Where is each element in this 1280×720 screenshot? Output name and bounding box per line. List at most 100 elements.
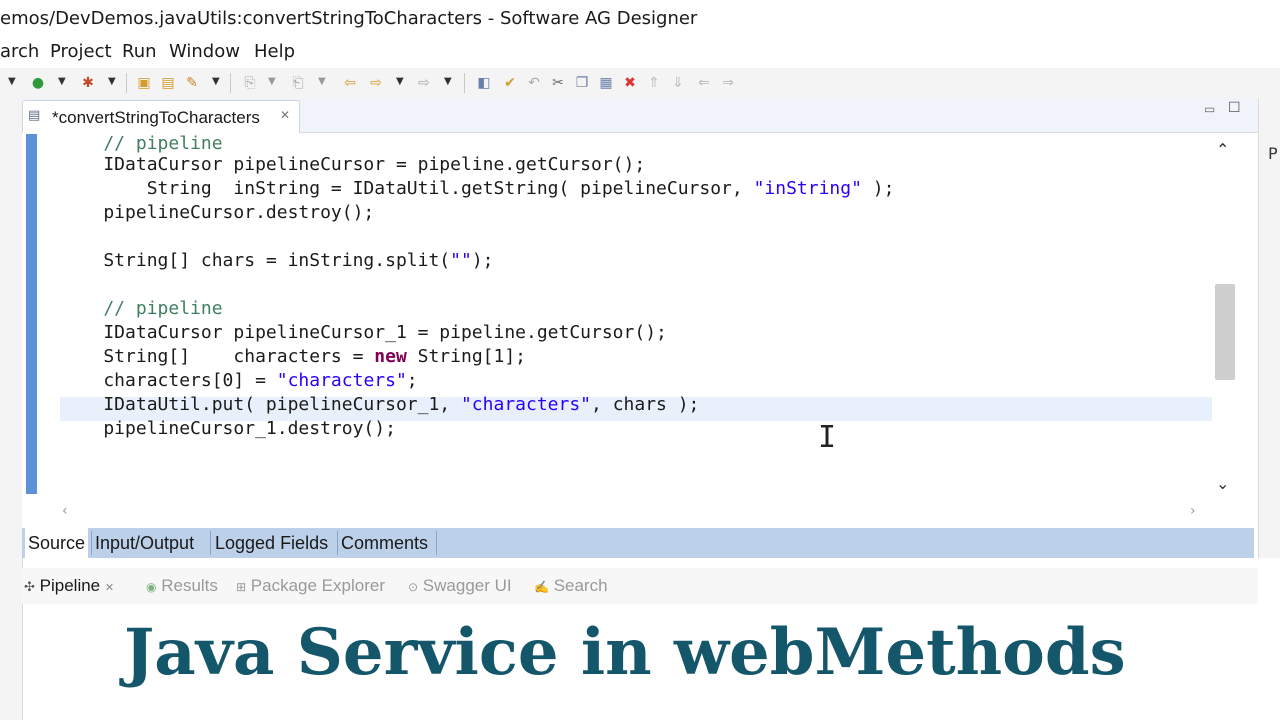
- code-token: String[] chars = inString.split(: [60, 250, 451, 271]
- scroll-up-icon[interactable]: ⌃: [1216, 140, 1229, 159]
- tab-search[interactable]: ✍ Search: [534, 576, 608, 596]
- back-icon[interactable]: ⇦: [340, 73, 360, 93]
- close-icon[interactable]: ✕: [280, 108, 290, 122]
- menu-window[interactable]: Window: [169, 41, 240, 62]
- code-line[interactable]: IDataCursor pipelineCursor = pipeline.ge…: [60, 153, 645, 177]
- scroll-left-icon[interactable]: ‹: [62, 503, 68, 519]
- check-icon[interactable]: ✔: [500, 73, 520, 93]
- copy-icon[interactable]: ❐: [572, 73, 592, 93]
- editor-tab-label: *convertStringToCharacters: [52, 108, 260, 127]
- menu-search[interactable]: arch: [0, 41, 39, 62]
- dropdown-arrow-icon[interactable]: ▼: [212, 76, 220, 87]
- code-token: characters[0] =: [60, 370, 277, 391]
- paste-icon[interactable]: ▦: [596, 73, 616, 93]
- search-icon: ✍: [534, 580, 549, 594]
- code-line[interactable]: characters[0] = "characters";: [60, 369, 418, 393]
- tab-pipeline[interactable]: ✣ Pipeline ✕: [24, 576, 114, 596]
- code-token: new: [374, 346, 407, 367]
- undo-icon[interactable]: ↶: [524, 73, 544, 93]
- code-token: String[1];: [406, 346, 527, 367]
- maximize-icon[interactable]: ☐: [1228, 100, 1241, 116]
- next-icon[interactable]: ⇨: [414, 73, 434, 93]
- code-line[interactable]: String[] chars = inString.split("");: [60, 249, 494, 273]
- minimize-icon[interactable]: ▭: [1204, 102, 1215, 116]
- right-trim: [1258, 98, 1280, 558]
- pipeline-icon: ✣: [24, 579, 35, 594]
- scroll-right-icon[interactable]: ›: [1190, 503, 1196, 519]
- code-token: // pipeline: [60, 298, 223, 319]
- code-line[interactable]: // pipeline: [60, 297, 223, 321]
- code-token: IDataCursor pipelineCursor_1 = pipeline.…: [60, 322, 667, 343]
- code-editor[interactable]: // pipeline IDataCursor pipelineCursor =…: [60, 128, 1210, 493]
- code-token: );: [861, 178, 895, 199]
- move-down-icon[interactable]: ⇓: [668, 73, 688, 93]
- dropdown-arrow-icon[interactable]: ▼: [444, 76, 452, 87]
- swagger-icon: ⊙: [408, 580, 419, 594]
- file-java-icon: ▤: [28, 108, 41, 123]
- step-into-icon[interactable]: ⎗: [288, 73, 308, 93]
- close-icon[interactable]: ✕: [105, 582, 114, 594]
- code-token: "characters": [276, 370, 407, 391]
- package-icon: ⊞: [236, 580, 247, 594]
- step-icon[interactable]: ⎘: [240, 73, 260, 93]
- results-icon: ◉: [146, 580, 157, 594]
- tab-comments[interactable]: Comments: [338, 528, 431, 558]
- dropdown-arrow-icon[interactable]: ▼: [108, 76, 116, 87]
- menu-run[interactable]: Run: [122, 41, 157, 62]
- cut-icon[interactable]: ✂: [548, 73, 568, 93]
- folder-icon[interactable]: ▤: [158, 73, 178, 93]
- shift-right-icon[interactable]: ⇒: [718, 73, 738, 93]
- code-token: "": [450, 250, 472, 271]
- code-token: , chars );: [591, 394, 700, 415]
- dropdown-arrow-icon[interactable]: ▼: [396, 76, 404, 87]
- overlay-title: Java Service in webMethods: [124, 615, 1126, 690]
- change-gutter: [26, 134, 37, 494]
- tab-package-explorer[interactable]: ⊞ Package Explorer: [236, 576, 385, 596]
- dropdown-arrow-icon[interactable]: ▼: [8, 76, 16, 87]
- dropdown-arrow-icon[interactable]: ▼: [318, 76, 326, 87]
- code-token: pipelineCursor.destroy();: [60, 202, 375, 223]
- tab-source[interactable]: Source: [25, 528, 89, 558]
- code-line[interactable]: IDataCursor pipelineCursor_1 = pipeline.…: [60, 321, 667, 345]
- code-token: ;: [406, 370, 418, 391]
- tab-results[interactable]: ◉ Results: [146, 576, 218, 596]
- tab-input-output[interactable]: Input/Output: [92, 528, 197, 558]
- new-view-icon[interactable]: ◧: [474, 73, 494, 93]
- tab-logged-fields[interactable]: Logged Fields: [212, 528, 331, 558]
- vertical-scroll-thumb[interactable]: [1215, 284, 1235, 380]
- code-line[interactable]: pipelineCursor.destroy();: [60, 201, 374, 225]
- scroll-down-icon[interactable]: ⌄: [1216, 474, 1229, 493]
- code-token: "inString": [753, 178, 862, 199]
- dropdown-arrow-icon[interactable]: ▼: [58, 76, 66, 87]
- menu-project[interactable]: Project: [50, 41, 112, 62]
- code-token: IDataUtil.put( pipelineCursor_1,: [60, 394, 461, 415]
- delete-icon[interactable]: ✖: [620, 73, 640, 93]
- dropdown-arrow-icon[interactable]: ▼: [268, 76, 276, 87]
- code-line[interactable]: IDataUtil.put( pipelineCursor_1, "charac…: [60, 393, 699, 417]
- debug-icon[interactable]: ✱: [78, 73, 98, 93]
- open-icon[interactable]: ▣: [134, 73, 154, 93]
- horizontal-scrollbar[interactable]: [60, 500, 1212, 524]
- code-token: "characters": [460, 394, 592, 415]
- side-panel-label: P: [1268, 144, 1278, 163]
- code-token: IDataCursor pipelineCursor = pipeline.ge…: [60, 154, 646, 175]
- left-trim: [0, 98, 23, 720]
- code-token: // pipeline: [60, 133, 223, 154]
- forward-icon[interactable]: ⇨: [366, 73, 386, 93]
- menu-help[interactable]: Help: [254, 41, 295, 62]
- tab-swagger-ui[interactable]: ⊙ Swagger UI: [408, 576, 512, 596]
- code-line[interactable]: String inString = IDataUtil.getString( p…: [60, 177, 895, 201]
- pen-icon[interactable]: ✎: [182, 73, 202, 93]
- code-line[interactable]: String[] characters = new String[1];: [60, 345, 526, 369]
- code-line[interactable]: pipelineCursor_1.destroy();: [60, 417, 396, 441]
- code-token: );: [471, 250, 494, 271]
- code-token: String inString = IDataUtil.getString( p…: [60, 178, 754, 199]
- run-icon[interactable]: ●: [28, 73, 48, 93]
- toolbar: ▼ ● ▼ ✱ ▼ ▣ ▤ ✎ ▼ ⎘ ▼ ⎗ ▼ ⇦ ⇨ ▼ ⇨ ▼ ◧ ✔ …: [0, 68, 1280, 99]
- text-cursor-icon: I: [818, 420, 837, 455]
- code-token: pipelineCursor_1.destroy();: [60, 418, 396, 439]
- window-title: emos/DevDemos.javaUtils:convertStringToC…: [0, 8, 698, 29]
- editor-bottom-tab-bar: [22, 528, 1254, 558]
- move-up-icon[interactable]: ⇑: [644, 73, 664, 93]
- shift-left-icon[interactable]: ⇐: [694, 73, 714, 93]
